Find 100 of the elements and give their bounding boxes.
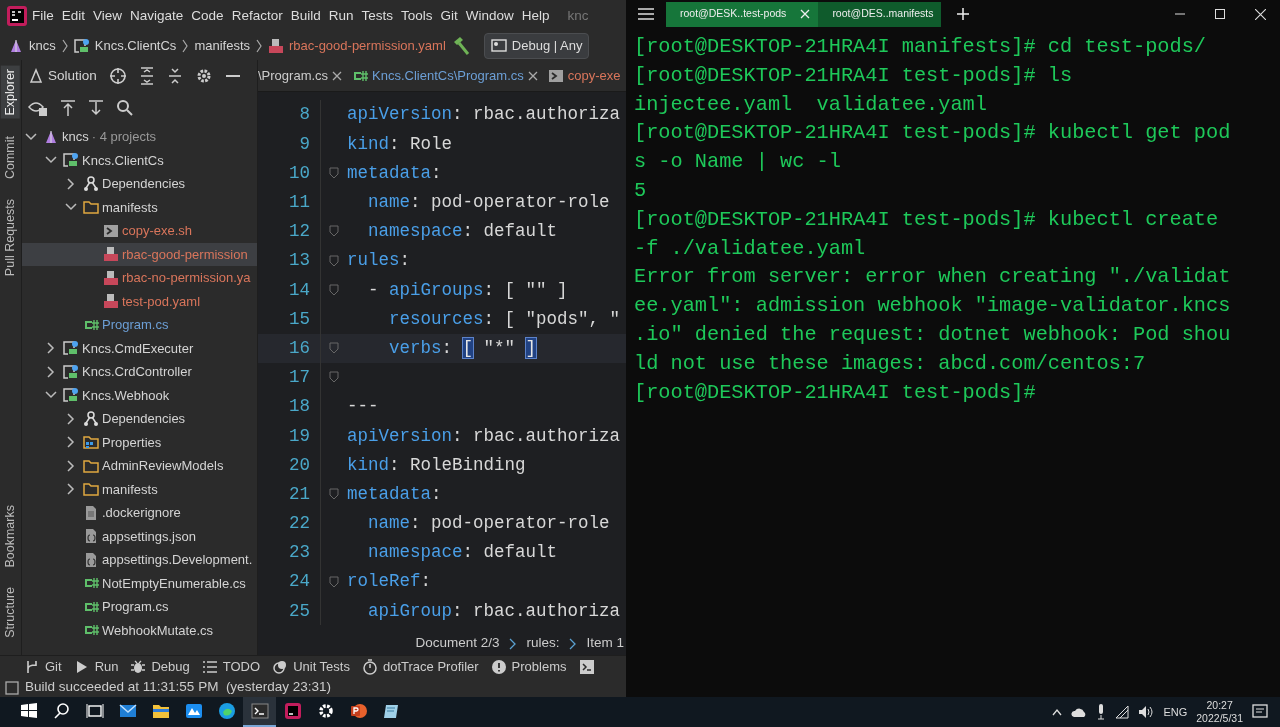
line-number: 13 xyxy=(288,249,311,273)
tree-item[interactable]: manifests xyxy=(22,477,257,501)
line-number: 16 xyxy=(258,333,320,363)
menu-item[interactable]: Run xyxy=(324,5,358,27)
side-tab[interactable]: Bookmarks xyxy=(1,501,20,571)
tree-item[interactable]: Kncs.CmdExecuter xyxy=(22,336,257,360)
tree-item[interactable]: rbac-no-permission.ya xyxy=(22,266,257,290)
line-number: 20 xyxy=(288,453,311,477)
menu-item[interactable]: Refactor xyxy=(227,5,287,27)
editor-tab[interactable]: Kncs.ClientCs\Program.cs xyxy=(352,65,538,86)
tree-item[interactable]: Program.cs xyxy=(22,595,257,619)
tool-window-button[interactable]: Unit Tests xyxy=(272,657,350,677)
code-line: metadata: xyxy=(347,161,442,185)
terminal-tab[interactable]: root@DESK..test-pods xyxy=(666,1,819,27)
menu-item[interactable]: Window xyxy=(461,5,518,27)
status-text: Build succeeded at 11:31:55 PM (yesterday 23:31) xyxy=(25,678,331,697)
breadcrumb-item[interactable]: Kncs.ClientCs xyxy=(94,36,177,56)
line-number: 19 xyxy=(288,424,311,448)
terminal-tab[interactable]: root@DES..manifests xyxy=(818,1,942,27)
tool-window-button[interactable]: Debug xyxy=(130,657,190,677)
tool-window-button[interactable]: Run xyxy=(73,657,119,677)
menu-item[interactable]: Navigate xyxy=(126,5,188,27)
tree-item[interactable]: Properties xyxy=(22,430,257,454)
menu-item[interactable]: Tools xyxy=(397,5,437,27)
terminal-line: [root@DESKTOP-21HRA4I test-pods]# ls xyxy=(634,62,1074,89)
line-number: 12 xyxy=(288,220,311,244)
editor-tab[interactable]: copy-exe xyxy=(547,65,621,86)
code-line: namespace: default xyxy=(367,541,558,565)
breadcrumb-item[interactable]: rbac-good-permission.yaml xyxy=(289,36,446,56)
code-line: apiGroup: rbac.authoriza xyxy=(367,599,621,623)
line-number: 9 xyxy=(298,132,311,156)
menu-item[interactable]: File xyxy=(28,5,58,27)
side-tab[interactable]: Explorer xyxy=(1,66,20,119)
clock-time[interactable]: 20:27 xyxy=(1206,699,1233,712)
line-number: 15 xyxy=(288,307,311,331)
menu-item[interactable]: Code xyxy=(187,5,228,27)
tree-item[interactable]: manifests xyxy=(22,195,257,219)
tree-item[interactable]: Kncs.CrdController xyxy=(22,360,257,384)
tree-item[interactable]: Dependencies xyxy=(22,172,257,196)
tree-item[interactable]: copy-exe.sh xyxy=(22,219,257,243)
tree-item[interactable]: kncs · 4 projects xyxy=(22,125,257,149)
path-item[interactable]: rules: xyxy=(526,633,560,654)
menu-item[interactable]: View xyxy=(89,5,127,27)
tool-window-button[interactable]: Problems xyxy=(490,657,567,677)
path-item[interactable]: Item 1 xyxy=(586,633,624,654)
code-line: name: pod-operator-role xyxy=(367,512,610,536)
tree-item[interactable]: appsettings.Development. xyxy=(22,548,257,572)
editor-tab[interactable]: \Program.cs xyxy=(258,65,343,86)
breadcrumb-item[interactable]: manifests xyxy=(194,36,250,56)
path-item[interactable]: Document 2/3 xyxy=(415,633,500,654)
terminal-line: 5 xyxy=(634,178,648,204)
terminal-line: [root@DESKTOP-21HRA4I test-pods]# xyxy=(634,379,1037,406)
menu-item[interactable]: Git xyxy=(436,5,462,27)
code-line: verbs: [ "*" ] xyxy=(388,336,537,360)
tree-item[interactable]: test-pod.yaml xyxy=(22,289,257,313)
code-line: rules: xyxy=(347,249,411,273)
menu-item[interactable]: Edit xyxy=(57,5,90,27)
side-tab[interactable]: Pull Requests xyxy=(1,195,20,279)
tree-item[interactable]: .dockerignore xyxy=(22,501,257,525)
side-tab[interactable]: Commit xyxy=(1,132,20,182)
tree-item[interactable]: WebhookMutate.cs xyxy=(22,618,257,642)
line-number: 24 xyxy=(288,570,311,594)
line-number: 25 xyxy=(288,599,311,623)
tree-item[interactable]: Program.cs xyxy=(22,313,257,337)
tree-item[interactable]: Dependencies xyxy=(22,407,257,431)
code-line: kind: Role xyxy=(347,132,453,156)
terminal-line: injectee.yaml validatee.yaml xyxy=(634,91,988,118)
menu-item[interactable]: Tests xyxy=(357,5,397,27)
tree-item[interactable]: NotEmptyEnumerable.cs xyxy=(22,571,257,595)
terminal-line: .io" denied the request: dotnet webhook: Pod shou xyxy=(634,321,1232,348)
terminal-line: ee.yaml": admission webhook "image-validator.kncs xyxy=(634,293,1232,320)
line-number: 22 xyxy=(288,512,311,536)
breadcrumb-item[interactable]: kncs xyxy=(29,36,56,56)
tree-item[interactable]: Kncs.Webhook xyxy=(22,383,257,407)
tool-window-button[interactable]: TODO xyxy=(201,657,261,677)
tree-item[interactable]: AdminReviewModels xyxy=(22,454,257,478)
menu-item[interactable]: Help xyxy=(517,5,554,27)
menu-item[interactable]: Build xyxy=(286,5,325,27)
line-number: 18 xyxy=(288,395,311,419)
window-title: knc xyxy=(567,6,589,25)
terminal-line: Error from server: error when creating "./validat xyxy=(634,264,1232,291)
line-number: 21 xyxy=(288,482,311,506)
code-line: kind: RoleBinding xyxy=(347,453,526,477)
panel-title: Solution xyxy=(48,66,97,85)
tool-window-button[interactable]: dotTrace Profiler xyxy=(361,657,479,677)
tree-item[interactable]: Kncs.ClientCs xyxy=(22,148,257,172)
terminal-line: [root@DESKTOP-21HRA4I test-pods]# kubectl get pod xyxy=(634,120,1232,147)
terminal-line: s -o Name | wc -l xyxy=(634,149,842,176)
tree-item[interactable]: appsettings.json xyxy=(22,524,257,548)
language-indicator[interactable]: ENG xyxy=(1163,703,1188,721)
tool-window-button[interactable]: Git xyxy=(24,657,62,677)
code-line: --- xyxy=(347,395,379,419)
code-line: roleRef: xyxy=(347,570,432,594)
code-line: name: pod-operator-role xyxy=(367,191,610,215)
side-tab[interactable]: Structure xyxy=(1,584,20,641)
run-configuration-button[interactable]: Debug | Any xyxy=(483,33,590,59)
code-line: resources: [ "pods", " xyxy=(388,307,621,331)
code-line: apiVersion: rbac.authoriza xyxy=(347,103,621,127)
clock-date[interactable]: 2022/5/31 xyxy=(1196,712,1243,725)
terminal-line: ld not use these images: abcd.com/centos:7 xyxy=(634,350,1147,377)
